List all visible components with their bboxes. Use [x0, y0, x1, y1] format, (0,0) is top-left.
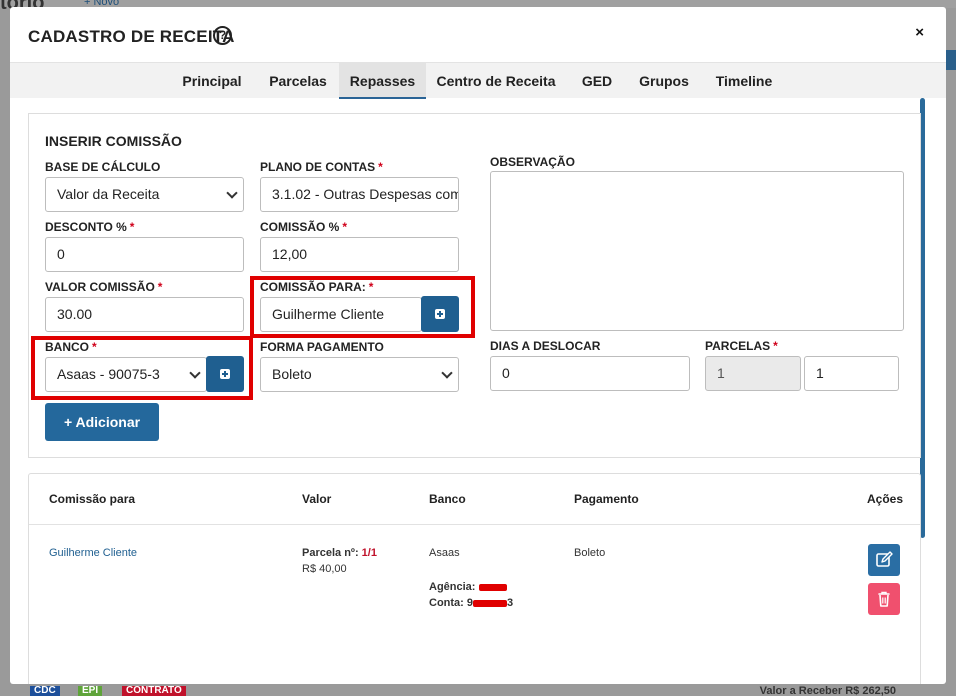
dias-deslocar-input[interactable]: 0	[490, 356, 690, 391]
redacted-mark	[478, 583, 507, 591]
highlight-comissao-para	[250, 276, 475, 338]
tab-principal[interactable]: Principal	[173, 63, 251, 99]
chevron-down-icon	[441, 367, 453, 379]
row-comissao-para[interactable]: Guilherme Cliente	[49, 547, 137, 559]
tab-timeline[interactable]: Timeline	[706, 63, 782, 99]
row-pagamento: Boleto	[574, 547, 606, 559]
valor-comissao-label: VALOR COMISSÃO *	[45, 280, 163, 294]
background-side-tab	[946, 50, 956, 70]
row-banco: Asaas	[429, 547, 460, 559]
comissoes-table: Comissão para Valor Banco Pagamento Açõe…	[28, 473, 921, 684]
tab-parcelas[interactable]: Parcelas	[262, 63, 334, 99]
dias-deslocar-label: DIAS A DESLOCAR	[490, 339, 601, 353]
edit-button[interactable]	[868, 544, 900, 576]
parcelas-disabled-input: 1	[705, 356, 801, 391]
base-calculo-select[interactable]: Valor da Receita	[45, 177, 244, 212]
plano-contas-input[interactable]: 3.1.02 - Outras Despesas com C	[260, 177, 459, 212]
col-header-acoes: Ações	[867, 492, 904, 506]
delete-button[interactable]	[868, 583, 900, 615]
section-title: INSERIR COMISSÃO	[45, 133, 182, 149]
background-badge-cdc: CDC	[30, 686, 60, 696]
table-header-divider	[29, 524, 920, 525]
adicionar-button[interactable]: + Adicionar	[45, 403, 159, 441]
forma-pagamento-select[interactable]: Boleto	[260, 357, 459, 392]
redacted-mark	[473, 599, 507, 607]
chevron-down-icon	[226, 187, 238, 199]
trash-icon	[878, 591, 890, 607]
desconto-input[interactable]: 0	[45, 237, 244, 272]
close-icon[interactable]: ×	[915, 24, 924, 41]
row-conta: Conta: 93	[429, 597, 514, 609]
col-header-pagamento: Pagamento	[574, 492, 639, 506]
tab-grupos[interactable]: Grupos	[632, 63, 696, 99]
desconto-label: DESCONTO % *	[45, 220, 135, 234]
forma-pagamento-label: FORMA PAGAMENTO	[260, 340, 384, 354]
help-icon[interactable]: ?	[213, 26, 232, 45]
row-agencia: Agência:	[429, 581, 507, 593]
parcelas-input[interactable]: 1	[804, 356, 899, 391]
valor-comissao-input[interactable]: 30.00	[45, 297, 244, 332]
highlight-banco	[31, 336, 253, 400]
row-parcela: Parcela nº: 1/1	[302, 547, 377, 559]
observacao-label: OBSERVAÇÃO	[490, 155, 575, 169]
plano-contas-label: PLANO DE CONTAS *	[260, 160, 383, 174]
tab-centro-de-receita[interactable]: Centro de Receita	[435, 63, 557, 99]
row-valor: R$ 40,00	[302, 563, 347, 575]
modal-title: CADASTRO DE RECEITA	[28, 27, 235, 46]
background-badge-epi: EPI	[78, 686, 103, 696]
comissao-pct-input[interactable]: 12,00	[260, 237, 459, 272]
col-header-valor: Valor	[302, 492, 332, 506]
tab-ged[interactable]: GED	[572, 63, 622, 99]
modal-header: CADASTRO DE RECEITA ? ×	[10, 7, 946, 62]
col-header-banco: Banco	[429, 492, 466, 506]
receita-modal: CADASTRO DE RECEITA ? × Principal Parcel…	[10, 7, 946, 684]
background-badge-contrato: CONTRATO	[122, 686, 186, 696]
col-header-comissao-para: Comissão para	[49, 492, 136, 506]
inserir-comissao-panel: INSERIR COMISSÃO BASE DE CÁLCULO Valor d…	[28, 113, 921, 458]
tabs-bar: Principal Parcelas Repasses Centro de Re…	[10, 62, 946, 99]
comissao-pct-label: COMISSÃO % *	[260, 220, 348, 234]
parcelas-label: PARCELAS *	[705, 339, 778, 353]
tab-repasses[interactable]: Repasses	[339, 63, 426, 99]
base-calculo-label: BASE DE CÁLCULO	[45, 160, 161, 174]
background-footer-total: Valor a Receber R$ 262,50	[759, 685, 896, 696]
observacao-textarea[interactable]	[490, 171, 904, 331]
edit-icon	[876, 551, 893, 567]
